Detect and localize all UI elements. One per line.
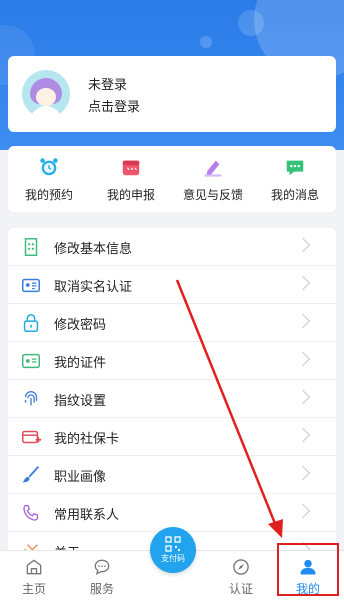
paint-brush-icon bbox=[22, 466, 40, 483]
chat-bubble-icon bbox=[286, 160, 304, 176]
shortcut-label: 我的消息 bbox=[270, 188, 319, 202]
tab-label: 主页 bbox=[21, 582, 46, 596]
highlight-box bbox=[277, 543, 339, 596]
menu-item-edit-basic-info[interactable]: 修改基本信息 bbox=[8, 228, 336, 266]
payment-code-label: 支付码 bbox=[161, 554, 185, 563]
chat-bubble-icon bbox=[94, 559, 110, 575]
id-card-icon bbox=[22, 278, 40, 293]
chevron-right-icon bbox=[295, 503, 311, 519]
login-status: 未登录 bbox=[88, 78, 128, 93]
menu-item-label: 职业画像 bbox=[54, 470, 107, 485]
avatar-face bbox=[36, 88, 56, 106]
tab-service[interactable]: 服务 bbox=[72, 551, 132, 601]
decorative-circle bbox=[200, 36, 212, 48]
chevron-right-icon bbox=[295, 465, 311, 481]
menu-item-career-profile[interactable]: 职业画像 bbox=[8, 456, 336, 494]
tab-label: 认证 bbox=[228, 582, 253, 596]
menu-item-label: 取消实名认证 bbox=[54, 280, 133, 295]
document-icon bbox=[22, 353, 40, 369]
chevron-right-icon bbox=[295, 313, 311, 329]
shortcut-label: 意见与反馈 bbox=[182, 188, 243, 202]
menu-item-fingerprint-settings[interactable]: 指纹设置 bbox=[8, 380, 336, 418]
menu-item-label: 我的社保卡 bbox=[54, 432, 120, 447]
tab-label: 服务 bbox=[89, 582, 114, 596]
menu-item-my-documents[interactable]: 我的证件 bbox=[8, 342, 336, 380]
avatar-body bbox=[30, 106, 62, 118]
shortcut-label: 我的申报 bbox=[106, 188, 155, 202]
chevron-right-icon bbox=[295, 275, 311, 291]
home-icon bbox=[26, 559, 42, 575]
tab-home[interactable]: 主页 bbox=[4, 551, 64, 601]
menu-item-label: 常用联系人 bbox=[54, 508, 120, 523]
menu-item-cancel-verification[interactable]: 取消实名认证 bbox=[8, 266, 336, 304]
edit-pencil-icon bbox=[204, 160, 222, 177]
chevron-right-icon bbox=[295, 427, 311, 443]
menu-item-social-security-card[interactable]: 我的社保卡 bbox=[8, 418, 336, 456]
chevron-right-icon bbox=[295, 237, 311, 253]
chevron-right-icon bbox=[295, 389, 311, 405]
decorative-circle bbox=[238, 10, 264, 36]
social-security-card-icon bbox=[22, 430, 42, 444]
shortcut-my-declarations[interactable]: 我的申报 bbox=[90, 146, 172, 212]
menu-item-label: 修改基本信息 bbox=[54, 242, 133, 257]
shortcut-bar: 我的预约 我的申报 意见与反馈 我的消息 bbox=[8, 146, 336, 212]
shortcut-feedback[interactable]: 意见与反馈 bbox=[172, 146, 254, 212]
fingerprint-icon bbox=[24, 391, 38, 406]
lock-icon bbox=[23, 314, 39, 332]
menu-item-label: 指纹设置 bbox=[54, 394, 107, 409]
calendar-icon bbox=[122, 160, 140, 176]
shortcut-my-appointments[interactable]: 我的预约 bbox=[8, 146, 90, 212]
menu-item-change-password[interactable]: 修改密码 bbox=[8, 304, 336, 342]
qr-code-icon bbox=[165, 536, 181, 552]
tab-auth[interactable]: 认证 bbox=[211, 551, 271, 601]
avatar[interactable] bbox=[22, 70, 70, 118]
shortcut-messages[interactable]: 我的消息 bbox=[254, 146, 336, 212]
menu-item-label: 我的证件 bbox=[54, 356, 107, 371]
alarm-clock-icon bbox=[40, 158, 58, 176]
phone-contact-icon bbox=[23, 504, 39, 521]
compass-icon bbox=[233, 559, 249, 575]
shortcut-label: 我的预约 bbox=[24, 188, 73, 202]
login-link[interactable]: 点击登录 bbox=[88, 96, 140, 115]
settings-menu: 修改基本信息 取消实名认证 修改密码 我的证件 指纹设置 我的社保卡 职业画像 … bbox=[8, 228, 336, 561]
payment-code-button[interactable]: 支付码 bbox=[150, 527, 196, 573]
profile-card[interactable]: 未登录 点击登录 bbox=[8, 56, 336, 132]
chevron-right-icon bbox=[295, 351, 311, 367]
menu-item-label: 修改密码 bbox=[54, 318, 107, 333]
profile-info-icon bbox=[24, 238, 38, 256]
